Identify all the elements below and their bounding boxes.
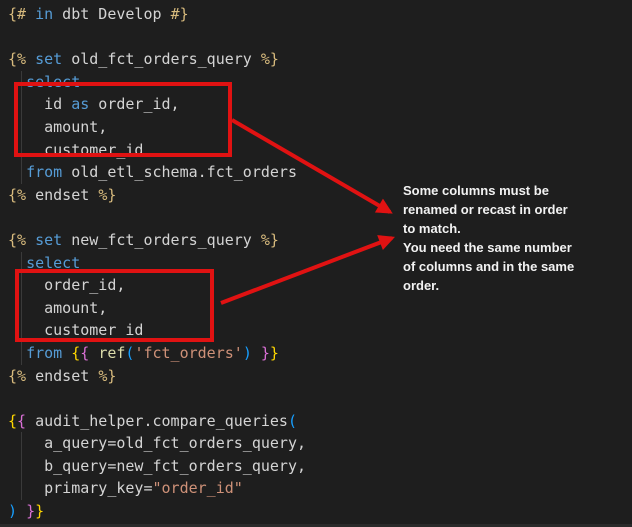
code-line: {{ audit_helper.compare_queries( <box>8 410 306 433</box>
code-token: old_fct_orders_query <box>62 50 261 68</box>
code-line: order_id, <box>8 274 306 297</box>
code-token: {# <box>8 5 26 23</box>
code-token <box>8 163 26 181</box>
code-token: { <box>17 412 26 430</box>
code-token <box>8 73 26 91</box>
annotation-note-line: of columns and in the same <box>403 257 613 276</box>
code-token: select <box>26 254 80 272</box>
code-token: a_query=old_fct_orders_query, <box>8 434 306 452</box>
code-token: %} <box>98 367 116 385</box>
code-token: {% <box>8 50 26 68</box>
code-line <box>8 206 306 229</box>
code-token: ) <box>243 344 252 362</box>
dbt-develop-editor: {# in dbt Develop #} {% set old_fct_orde… <box>0 0 632 527</box>
code-line: {% set new_fct_orders_query %} <box>8 229 306 252</box>
code-line: from old_etl_schema.fct_orders <box>8 161 306 184</box>
code-token <box>17 502 26 520</box>
indent-guide <box>21 252 22 365</box>
code-line: {# in dbt Develop #} <box>8 3 306 26</box>
code-token: audit_helper.compare_queries <box>26 412 288 430</box>
code-line: amount, <box>8 116 306 139</box>
annotation-note: Some columns must be renamed or recast i… <box>403 181 613 295</box>
code-line <box>8 387 306 410</box>
code-token: {% <box>8 231 26 249</box>
code-token: #} <box>171 5 189 23</box>
code-line: ) }} <box>8 500 306 523</box>
indent-guide <box>21 432 22 500</box>
code-token <box>62 344 71 362</box>
code-token: { <box>80 344 89 362</box>
annotation-note-line: renamed or recast in order <box>403 200 613 219</box>
code-line: amount, <box>8 297 306 320</box>
code-token <box>252 344 261 362</box>
code-token: old_etl_schema.fct_orders <box>62 163 297 181</box>
code-token: } <box>26 502 35 520</box>
code-token: select <box>26 73 80 91</box>
code-token: {% <box>8 367 26 385</box>
code-token: customer_id <box>8 141 143 159</box>
code-token: in <box>35 5 53 23</box>
code-token: 'fct_orders' <box>134 344 242 362</box>
code-line: customer_id <box>8 319 306 342</box>
annotation-note-line: order. <box>403 276 613 295</box>
code-line: b_query=new_fct_orders_query, <box>8 455 306 478</box>
code-line: {% endset %} <box>8 184 306 207</box>
code-token: from <box>26 344 62 362</box>
code-token: amount, <box>8 299 107 317</box>
code-token: amount, <box>8 118 107 136</box>
code-token <box>89 344 98 362</box>
code-token: ( <box>288 412 297 430</box>
code-token: ref <box>98 344 125 362</box>
code-line: {% endset %} <box>8 365 306 388</box>
code-token: b_query=new_fct_orders_query, <box>8 457 306 475</box>
annotation-note-line: Some columns must be <box>403 181 613 200</box>
code-token: set <box>35 50 62 68</box>
code-token: endset <box>26 186 98 204</box>
code-token: order_id, <box>89 95 179 113</box>
code-token: %} <box>98 186 116 204</box>
code-token <box>8 254 26 272</box>
code-line: id as order_id, <box>8 93 306 116</box>
code-token: {% <box>8 186 26 204</box>
code-token: as <box>71 95 89 113</box>
indent-guide <box>21 71 22 184</box>
code-token: endset <box>26 367 98 385</box>
code-token: id <box>8 95 71 113</box>
code-token: set <box>35 231 62 249</box>
code-token <box>26 5 35 23</box>
code-token: } <box>35 502 44 520</box>
annotation-note-line: to match. <box>403 219 613 238</box>
code-token: } <box>261 344 270 362</box>
code-token: from <box>26 163 62 181</box>
code-token: %} <box>261 50 279 68</box>
code-token: new_fct_orders_query <box>62 231 261 249</box>
code-token: primary_key= <box>8 479 153 497</box>
code-line: select <box>8 252 306 275</box>
code-line: select <box>8 71 306 94</box>
code-token: order_id, <box>8 276 125 294</box>
code-token: { <box>71 344 80 362</box>
code-token: "order_id" <box>153 479 243 497</box>
code-token: } <box>270 344 279 362</box>
code-line: {% set old_fct_orders_query %} <box>8 48 306 71</box>
code-token: dbt Develop <box>53 5 170 23</box>
code-line: customer_id <box>8 139 306 162</box>
code-line: from {{ ref('fct_orders') }} <box>8 342 306 365</box>
code-token: { <box>8 412 17 430</box>
code-line: a_query=old_fct_orders_query, <box>8 432 306 455</box>
code-token: customer_id <box>8 321 143 339</box>
code-token: ) <box>8 502 17 520</box>
code-token <box>26 50 35 68</box>
annotation-note-line: You need the same number <box>403 238 613 257</box>
code-editor[interactable]: {# in dbt Develop #} {% set old_fct_orde… <box>8 3 306 523</box>
code-line: primary_key="order_id" <box>8 477 306 500</box>
code-token: %} <box>261 231 279 249</box>
code-token <box>26 231 35 249</box>
code-line <box>8 26 306 49</box>
code-token <box>8 344 26 362</box>
